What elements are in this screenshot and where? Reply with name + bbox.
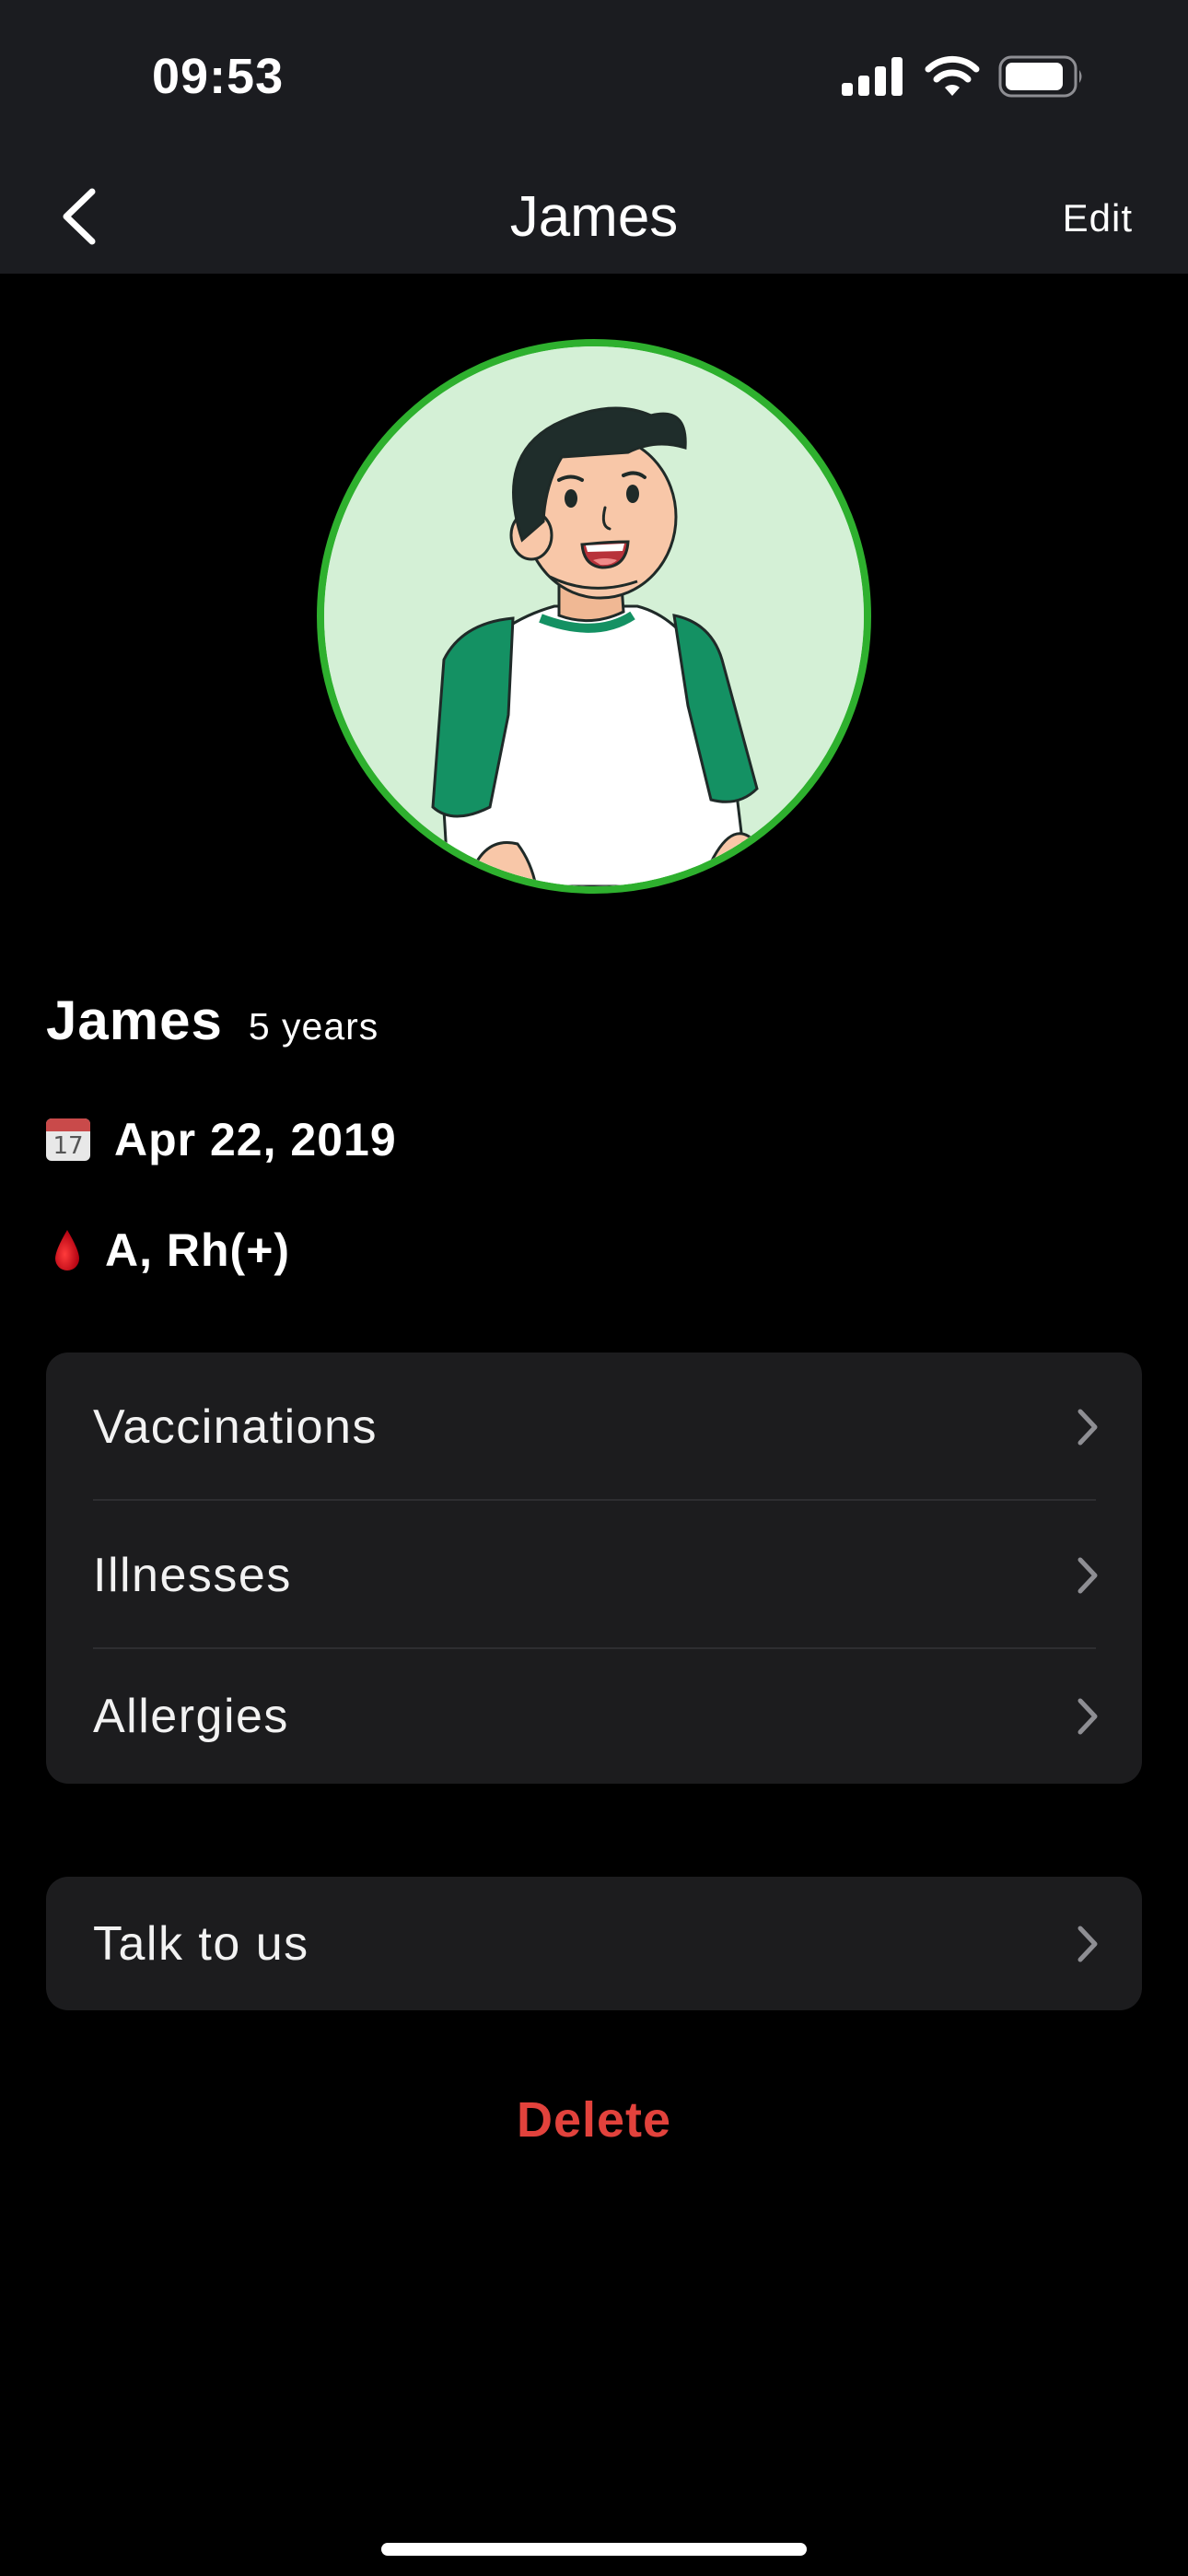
edit-button[interactable]: Edit bbox=[1063, 196, 1133, 240]
nav-title: James bbox=[509, 185, 679, 249]
battery-icon bbox=[998, 55, 1082, 98]
menu-item-label: Allergies bbox=[93, 1690, 289, 1743]
blood-type: A, Rh(+) bbox=[105, 1224, 291, 1276]
talk-to-us-button[interactable]: Talk to us bbox=[46, 1877, 1142, 2010]
menu-item-label: Illnesses bbox=[93, 1548, 292, 1602]
chevron-right-icon bbox=[1077, 1557, 1098, 1593]
top-bar: 09:53 James Edit bbox=[0, 0, 1188, 274]
date-of-birth: Apr 22, 2019 bbox=[114, 1114, 397, 1165]
calendar-icon: 17 bbox=[46, 1118, 90, 1161]
menu-item-label: Vaccinations bbox=[93, 1399, 378, 1454]
menu-item-illnesses[interactable]: Illnesses bbox=[46, 1501, 1142, 1649]
chevron-right-icon bbox=[1077, 1409, 1098, 1445]
wifi-icon bbox=[925, 55, 980, 96]
child-illustration bbox=[324, 346, 864, 886]
talk-to-us-label: Talk to us bbox=[93, 1916, 309, 1971]
menu-item-allergies[interactable]: Allergies bbox=[46, 1649, 1142, 1784]
blood-type-row: A, Rh(+) bbox=[46, 1224, 290, 1277]
chevron-right-icon bbox=[1077, 1698, 1098, 1735]
health-records-card: Vaccinations Illnesses Allergies bbox=[46, 1352, 1142, 1784]
profile-header: James 5 years bbox=[46, 989, 379, 1052]
home-indicator[interactable] bbox=[381, 2543, 807, 2556]
delete-button[interactable]: Delete bbox=[0, 2091, 1188, 2149]
date-of-birth-row: 17 Apr 22, 2019 bbox=[46, 1113, 397, 1166]
blood-drop-icon bbox=[55, 1230, 79, 1270]
menu-item-vaccinations[interactable]: Vaccinations bbox=[46, 1352, 1142, 1501]
cellular-signal-icon bbox=[842, 57, 903, 96]
support-card: Talk to us bbox=[46, 1877, 1142, 2010]
child-profile-screen: 09:53 James Edit James 5 years 17 Apr 22… bbox=[0, 0, 1188, 2576]
profile-age: 5 years bbox=[248, 1005, 379, 1048]
status-time: 09:53 bbox=[152, 49, 285, 104]
avatar[interactable] bbox=[317, 339, 871, 894]
profile-name: James bbox=[46, 989, 223, 1051]
chevron-right-icon bbox=[1077, 1926, 1098, 1961]
calendar-day: 17 bbox=[52, 1132, 84, 1160]
